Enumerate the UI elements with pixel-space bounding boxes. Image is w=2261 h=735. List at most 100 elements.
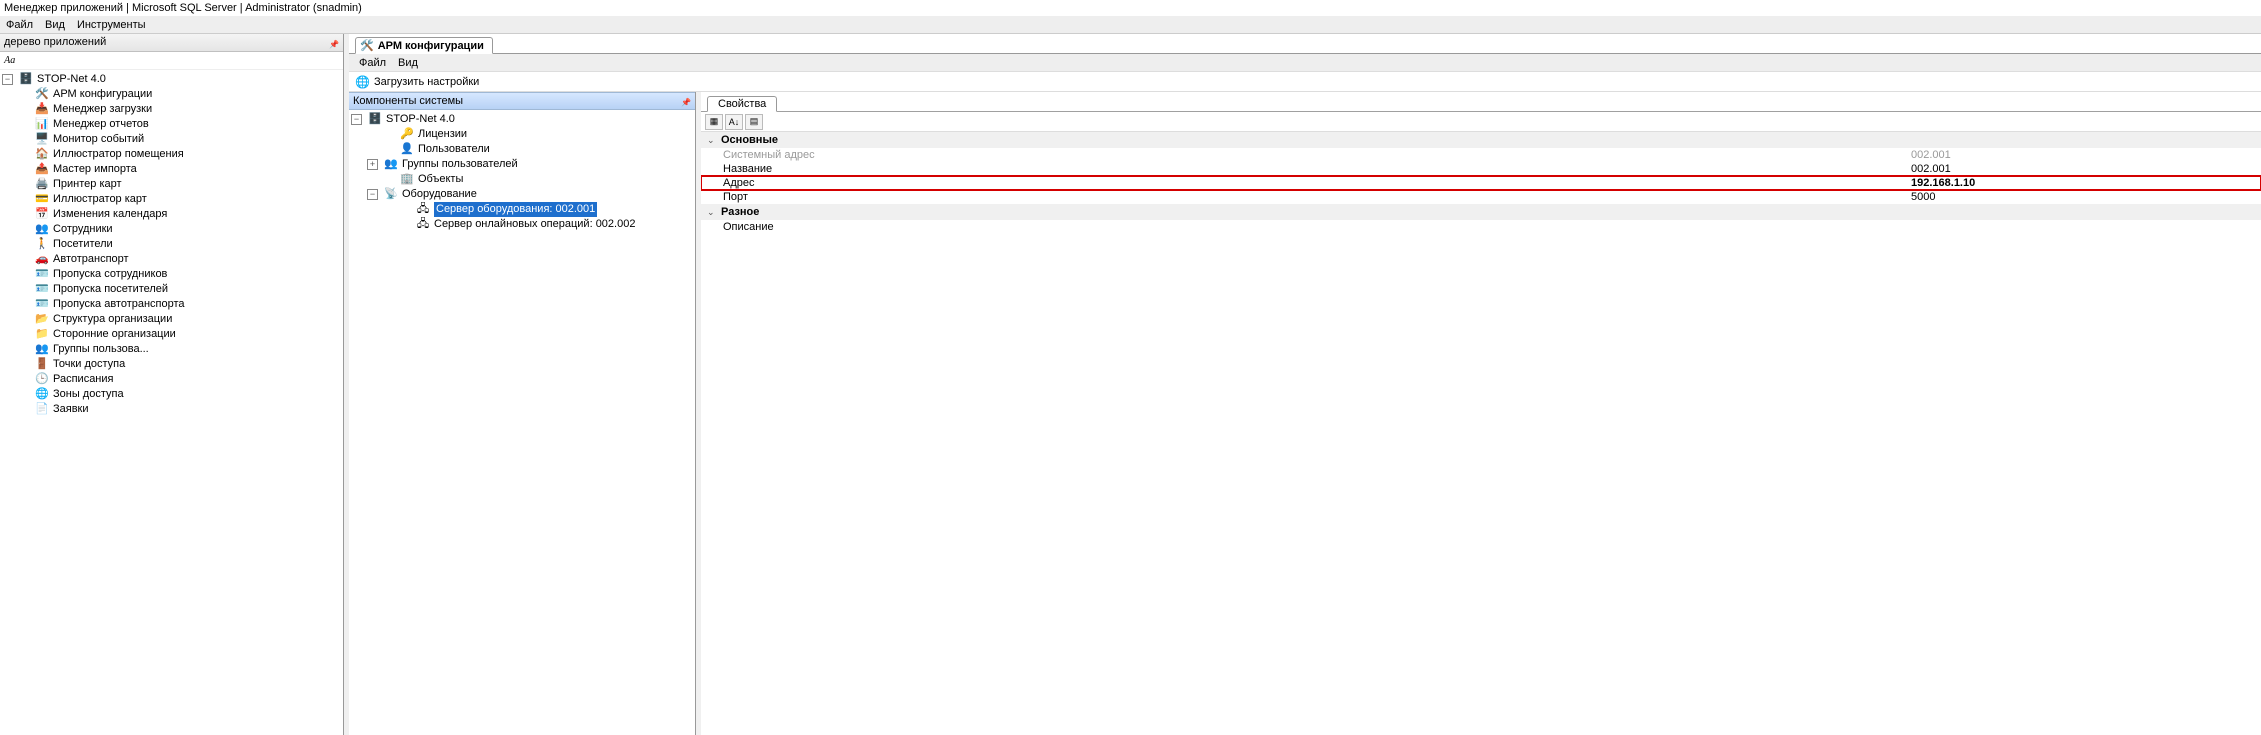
chevron-down-icon: ⌄ bbox=[707, 207, 717, 218]
tree-item[interactable]: 📂 Структура организации bbox=[2, 312, 343, 327]
tree-item[interactable]: 👥Группы пользова... bbox=[2, 342, 343, 357]
tree-item[interactable]: 💳Иллюстратор карт bbox=[2, 192, 343, 207]
db-icon: 🗄️ bbox=[19, 73, 33, 87]
prop-row-name[interactable]: Название 002.001 bbox=[701, 162, 2261, 176]
app-tree[interactable]: − 🗄️ STOP-Net 4.0 🛠️АРМ конфигурации 📥 Ме… bbox=[0, 70, 343, 735]
properties-grid[interactable]: ⌄ Основные Системный адрес 002.001 Назва… bbox=[701, 132, 2261, 735]
prop-name: Адрес bbox=[701, 176, 1911, 190]
tree-item[interactable]: 🛠️АРМ конфигурации bbox=[2, 87, 343, 102]
import-icon: 📤 bbox=[35, 163, 49, 177]
app-tree-panel: дерево приложений Aa − 🗄️ STOP-Net 4.0 🛠… bbox=[0, 34, 344, 735]
tree-item-label: АРМ конфигурации bbox=[53, 87, 152, 102]
tree-item[interactable]: 📥 Менеджер загрузки bbox=[2, 102, 343, 117]
tab-properties[interactable]: Свойства bbox=[707, 96, 777, 112]
pass-icon: 🪪 bbox=[35, 283, 49, 297]
prop-row-sysaddr[interactable]: Системный адрес 002.001 bbox=[701, 148, 2261, 162]
tree-item[interactable]: 📅 Изменения календаря bbox=[2, 207, 343, 222]
prop-value[interactable] bbox=[1911, 220, 2256, 234]
sort-button[interactable]: A↓ bbox=[725, 114, 743, 130]
comp-item[interactable]: +👥Группы пользователей bbox=[351, 157, 695, 172]
comp-item-server[interactable]: 🖧Сервер оборудования: 002.001 bbox=[351, 202, 695, 217]
expand-icon[interactable]: + bbox=[367, 159, 378, 170]
search-input[interactable] bbox=[19, 54, 339, 68]
tree-item[interactable]: 🚶Посетители bbox=[2, 237, 343, 252]
download-icon: 📥 bbox=[35, 103, 49, 117]
prop-row-port[interactable]: Порт 5000 bbox=[701, 190, 2261, 204]
tree-item-label: Зоны доступа bbox=[53, 387, 124, 402]
tree-item[interactable]: 🌐Зоны доступа bbox=[2, 387, 343, 402]
tree-item[interactable]: 🕒Расписания bbox=[2, 372, 343, 387]
app-tree-header: дерево приложений bbox=[0, 34, 343, 52]
printer-icon: 🖨️ bbox=[35, 178, 49, 192]
tree-item[interactable]: 🚪Точки доступа bbox=[2, 357, 343, 372]
search-icon: Aa bbox=[4, 55, 15, 66]
comp-item[interactable]: 🏢Объекты bbox=[351, 172, 695, 187]
tree-item[interactable]: 🏠Иллюстратор помещения bbox=[2, 147, 343, 162]
root-label: STOP-Net 4.0 bbox=[37, 72, 106, 87]
pin-icon[interactable] bbox=[329, 38, 339, 48]
tree-item[interactable]: 📊Менеджер отчетов bbox=[2, 117, 343, 132]
tree-item-label: Автотранспорт bbox=[53, 252, 129, 267]
menu-file[interactable]: Файл bbox=[6, 16, 33, 33]
prop-name: Порт bbox=[701, 190, 1911, 204]
tree-item-label: Менеджер отчетов bbox=[53, 117, 149, 132]
pin-icon[interactable] bbox=[681, 96, 691, 106]
tree-item-label: Пропуска посетителей bbox=[53, 282, 168, 297]
categorize-button[interactable]: ▦ bbox=[705, 114, 723, 130]
prop-category[interactable]: ⌄ Разное bbox=[701, 204, 2261, 220]
prop-value[interactable]: 192.168.1.10 bbox=[1911, 176, 2256, 190]
tree-item-label: Менеджер загрузки bbox=[53, 102, 152, 117]
tree-item[interactable]: 🪪 Пропуска посетителей bbox=[2, 282, 343, 297]
tree-item[interactable]: 📤Мастер импорта bbox=[2, 162, 343, 177]
comp-item-online-server[interactable]: 🖧Сервер онлайновых операций: 002.002 bbox=[351, 217, 695, 232]
calendar-icon: 📅 bbox=[35, 208, 49, 222]
chevron-down-icon: ⌄ bbox=[707, 135, 717, 146]
doc-tab-strip: 🛠️ АРМ конфигурации bbox=[349, 34, 2261, 54]
tree-item[interactable]: 🚗Автотранспорт bbox=[2, 252, 343, 267]
employees-icon: 👥 bbox=[35, 223, 49, 237]
pages-button[interactable]: ▤ bbox=[745, 114, 763, 130]
tree-item[interactable]: 🪪Пропуска автотранспорта bbox=[2, 297, 343, 312]
tree-item-label: Структура организации bbox=[53, 312, 172, 327]
comp-root[interactable]: − 🗄️ STOP-Net 4.0 bbox=[351, 112, 695, 127]
doc-tab-config[interactable]: 🛠️ АРМ конфигурации bbox=[355, 37, 493, 54]
prop-row-address[interactable]: Адрес 192.168.1.10 bbox=[701, 176, 2261, 190]
components-title: Компоненты системы bbox=[353, 93, 463, 110]
load-settings-button[interactable]: Загрузить настройки bbox=[374, 72, 479, 92]
tree-item[interactable]: 📄Заявки bbox=[2, 402, 343, 417]
server-icon: 🖧 bbox=[416, 203, 430, 217]
tree-root[interactable]: − 🗄️ STOP-Net 4.0 bbox=[2, 72, 343, 87]
menu-view[interactable]: Вид bbox=[45, 16, 65, 33]
equipment-icon: 📡 bbox=[384, 188, 398, 202]
doc-menu-file[interactable]: Файл bbox=[359, 54, 386, 71]
tree-item[interactable]: 👥Сотрудники bbox=[2, 222, 343, 237]
prop-value[interactable]: 5000 bbox=[1911, 190, 2256, 204]
collapse-icon[interactable]: − bbox=[351, 114, 362, 125]
user-icon: 👤 bbox=[400, 143, 414, 157]
tree-item-label: Изменения календаря bbox=[53, 207, 167, 222]
org-ext-icon: 📁 bbox=[35, 328, 49, 342]
tree-item[interactable]: 🖨️Принтер карт bbox=[2, 177, 343, 192]
prop-name: Системный адрес bbox=[701, 148, 1911, 162]
prop-value[interactable]: 002.001 bbox=[1911, 162, 2256, 176]
editor-panel: 🛠️ АРМ конфигурации Файл Вид 🌐 Загрузить… bbox=[349, 34, 2261, 735]
doc-menu-view[interactable]: Вид bbox=[398, 54, 418, 71]
tree-item[interactable]: 📁Сторонние организации bbox=[2, 327, 343, 342]
comp-item[interactable]: 🔑Лицензии bbox=[351, 127, 695, 142]
tree-item[interactable]: 🖥️Монитор событий bbox=[2, 132, 343, 147]
comp-item-label: Пользователи bbox=[418, 142, 490, 157]
tree-item[interactable]: 🪪Пропуска сотрудников bbox=[2, 267, 343, 282]
collapse-icon[interactable]: − bbox=[2, 74, 13, 85]
org-icon: 📂 bbox=[35, 313, 49, 327]
prop-value: 002.001 bbox=[1911, 148, 2256, 162]
prop-category[interactable]: ⌄ Основные bbox=[701, 132, 2261, 148]
collapse-icon[interactable]: − bbox=[367, 189, 378, 200]
comp-item-equipment[interactable]: −📡Оборудование bbox=[351, 187, 695, 202]
menu-tools[interactable]: Инструменты bbox=[77, 16, 146, 33]
request-icon: 📄 bbox=[35, 403, 49, 417]
components-tree[interactable]: − 🗄️ STOP-Net 4.0 🔑Лицензии 👤 Пользовател… bbox=[349, 110, 695, 735]
prop-row-description[interactable]: Описание bbox=[701, 220, 2261, 234]
window-title: Менеджер приложений | Microsoft SQL Serv… bbox=[0, 0, 2261, 16]
comp-item[interactable]: 👤 Пользователи bbox=[351, 142, 695, 157]
monitor-icon: 🖥️ bbox=[35, 133, 49, 147]
